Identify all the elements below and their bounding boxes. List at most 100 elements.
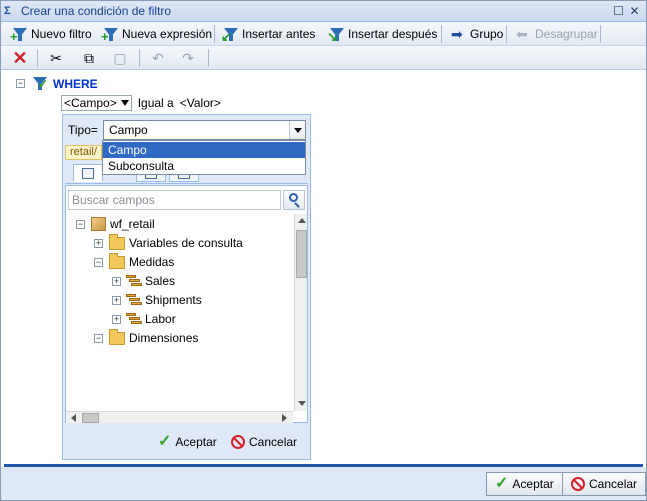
scroll-right-icon[interactable]	[282, 414, 287, 422]
sigma-icon: Σ	[4, 5, 11, 17]
expand-icon[interactable]: +	[94, 238, 103, 248]
check-icon: ✓	[495, 475, 509, 492]
where-label: WHERE	[53, 77, 98, 91]
dropdown-option-subconsulta[interactable]: Subconsulta	[103, 158, 305, 174]
insert-after-button[interactable]: ↘ Insertar después	[327, 24, 438, 44]
ok-button[interactable]: ✓ Aceptar	[486, 472, 563, 496]
title-bar[interactable]: Σ Crear una condición de filtro ☐ ✕	[1, 1, 646, 22]
search-input[interactable]: Buscar campos	[68, 190, 281, 210]
field-tree: − wf_retail + Variables de consulta − Me…	[66, 214, 293, 411]
toolbar-separator	[600, 25, 601, 43]
expand-icon[interactable]: +	[112, 295, 121, 305]
popup-ok-label: Aceptar	[175, 435, 217, 449]
ungroup-label: Desagrupar	[535, 27, 598, 41]
close-icon[interactable]: ✕	[628, 5, 641, 18]
insert-before-button[interactable]: ↙ Insertar antes	[221, 24, 316, 44]
dropdown-option-campo[interactable]: Campo	[103, 142, 305, 158]
window-title: Crear una condición de filtro	[21, 4, 172, 18]
collapse-icon[interactable]: −	[94, 257, 103, 267]
collapse-icon[interactable]: −	[76, 219, 85, 229]
new-filter-button[interactable]: + Nuevo filtro	[10, 24, 92, 44]
search-icon[interactable]	[283, 190, 305, 210]
filter-condition-dialog: Σ Crear una condición de filtro ☐ ✕ + Nu…	[0, 0, 647, 501]
tree-node-root[interactable]: − wf_retail	[76, 215, 155, 233]
scroll-left-icon[interactable]	[71, 414, 76, 422]
tree-node-variables[interactable]: + Variables de consulta	[94, 233, 243, 252]
paste-icon[interactable]: ▢	[111, 49, 129, 67]
where-funnel-icon: ✓	[32, 75, 48, 91]
field-selector[interactable]: <Campo>	[61, 95, 132, 111]
toolbar-separator	[37, 49, 38, 67]
cancel-button[interactable]: Cancelar	[562, 472, 647, 496]
tree-node-label: wf_retail	[110, 217, 155, 231]
scroll-thumb[interactable]	[296, 230, 307, 278]
tree-node-shipments[interactable]: + Shipments	[112, 291, 202, 309]
tree-node-measures[interactable]: − Medidas	[94, 252, 175, 271]
collapse-icon[interactable]: −	[94, 333, 103, 343]
operator-label[interactable]: Igual a	[138, 96, 174, 110]
cancel-label: Cancelar	[589, 477, 638, 491]
folder-open-icon	[109, 252, 125, 269]
main-toolbar: + Nuevo filtro + Nueva expresión ↙ Inser…	[1, 22, 646, 46]
horizontal-scrollbar[interactable]	[66, 411, 293, 423]
check-icon: ✓	[158, 433, 172, 450]
collapse-where-icon[interactable]: −	[16, 79, 25, 88]
measure-group-icon	[126, 274, 142, 288]
add-expression-icon: +	[101, 26, 119, 43]
scroll-thumb[interactable]	[82, 413, 99, 423]
add-filter-icon: +	[10, 26, 28, 43]
value-label[interactable]: <Valor>	[180, 96, 221, 110]
popup-ok-button[interactable]: ✓ Aceptar	[158, 433, 217, 451]
edit-toolbar: ✕ ✂ ⧉ ▢ ↶ ↷	[1, 46, 646, 70]
chevron-down-icon[interactable]	[289, 121, 305, 139]
tree-node-label: Labor	[145, 312, 176, 326]
vertical-scrollbar[interactable]	[294, 214, 307, 411]
cube-icon	[91, 217, 106, 231]
toolbar-separator	[139, 49, 140, 67]
toolbar-separator	[208, 49, 209, 67]
group-button[interactable]: ➡ Grupo	[451, 24, 503, 44]
tree-node-labor[interactable]: + Labor	[112, 310, 176, 328]
insert-after-label: Insertar después	[348, 27, 438, 41]
new-expression-button[interactable]: + Nueva expresión	[101, 24, 212, 44]
measure-group-icon	[126, 293, 142, 307]
toolbar-separator	[214, 25, 215, 43]
cancel-icon	[231, 435, 245, 449]
cut-icon[interactable]: ✂	[47, 49, 65, 67]
type-combo-value: Campo	[109, 123, 148, 137]
scroll-down-icon[interactable]	[298, 401, 306, 406]
tab-tree-view[interactable]	[73, 164, 103, 182]
cancel-icon	[571, 477, 585, 491]
redo-icon[interactable]: ↷	[179, 49, 197, 67]
condition-row: <Campo> Igual a <Valor>	[61, 95, 221, 111]
folder-open-icon	[109, 328, 125, 345]
insert-before-label: Insertar antes	[242, 27, 316, 41]
delete-icon[interactable]: ✕	[11, 48, 29, 68]
tree-node-dimensions[interactable]: − Dimensiones	[94, 328, 198, 347]
source-tab[interactable]: retail/	[65, 145, 102, 160]
ok-label: Aceptar	[512, 477, 554, 491]
popup-cancel-button[interactable]: Cancelar	[231, 433, 297, 451]
maximize-icon[interactable]: ☐	[612, 5, 625, 18]
tree-node-label: Shipments	[145, 293, 202, 307]
scroll-up-icon[interactable]	[298, 218, 306, 223]
tree-view-icon	[82, 168, 94, 179]
group-arrow-icon: ➡	[451, 26, 463, 42]
expand-icon[interactable]: +	[112, 314, 121, 324]
ungroup-button[interactable]: ⬅ Desagrupar	[516, 24, 598, 44]
chevron-down-icon	[120, 100, 129, 106]
ungroup-arrow-icon: ⬅	[516, 26, 528, 42]
copy-icon[interactable]: ⧉	[80, 49, 98, 67]
filter-tree-area: − ✓ WHERE <Campo> Igual a <Valor> Tipo= …	[1, 71, 646, 464]
tree-node-label: Variables de consulta	[129, 236, 243, 250]
toolbar-separator	[441, 25, 442, 43]
type-combo[interactable]: Campo	[103, 120, 306, 140]
dialog-footer: ✓ Aceptar Cancelar	[1, 467, 647, 500]
tree-node-label: Medidas	[129, 255, 175, 269]
expand-icon[interactable]: +	[112, 276, 121, 286]
folder-icon	[109, 233, 125, 250]
popup-footer: ✓ Aceptar Cancelar	[63, 425, 310, 459]
undo-icon[interactable]: ↶	[149, 49, 167, 67]
tree-node-sales[interactable]: + Sales	[112, 272, 175, 290]
field-selector-label: <Campo>	[64, 96, 117, 110]
